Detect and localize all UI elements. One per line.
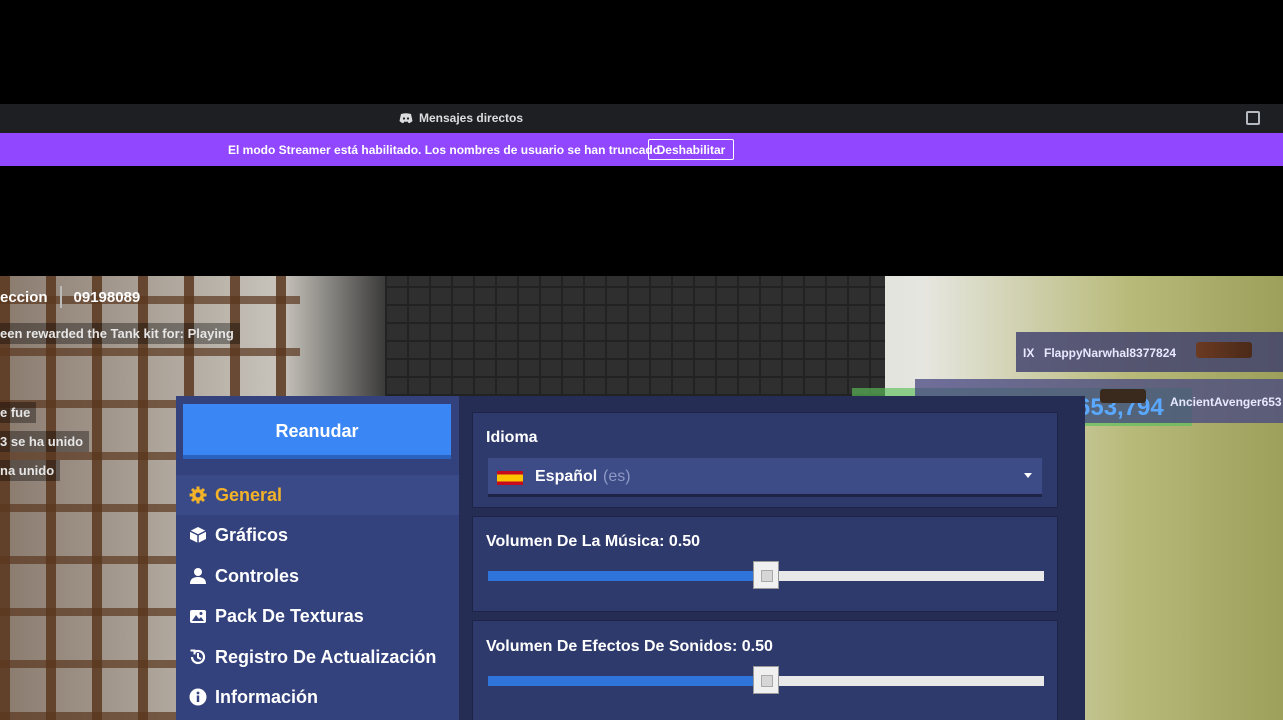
streamer-mode-text: El modo Streamer está habilitado. Los no… (228, 143, 664, 157)
sfx-volume-thumb[interactable] (753, 666, 779, 694)
menu-item-graphics[interactable]: Gráficos (176, 515, 459, 555)
menu-item-label: Controles (215, 565, 300, 586)
settings-panel: Idioma Español (es) Volumen De La Música… (459, 396, 1085, 720)
hud-separator (59, 286, 62, 308)
chevron-down-icon (1024, 473, 1032, 478)
menu-item-update-log[interactable]: Registro De Actualización (176, 637, 459, 677)
language-value: Español (535, 468, 598, 485)
music-volume-label: Volumen De La Música: 0.50 (486, 533, 700, 550)
weapon-icon (1100, 389, 1146, 403)
spain-flag-icon (497, 471, 523, 485)
resume-button[interactable]: Reanudar (183, 404, 451, 459)
menu-item-label: Gráficos (215, 524, 289, 545)
game-viewport: eccion 09198089 een rewarded the Tank ki… (0, 276, 1283, 720)
menu-item-controls[interactable]: Controles (176, 556, 459, 596)
sfx-volume-label: Volumen De Efectos De Sonidos: 0.50 (486, 638, 773, 655)
direct-messages-link[interactable]: Mensajes directos (399, 111, 523, 125)
discord-top-bar: Mensajes directos (0, 104, 1283, 133)
music-volume-slider[interactable] (488, 561, 1044, 589)
history-icon (190, 649, 206, 665)
person-icon (190, 568, 206, 584)
chat-feed-line: na unido (0, 460, 61, 481)
info-icon (189, 688, 207, 706)
menu-item-label: Pack De Texturas (215, 605, 364, 626)
chat-feed-line: een rewarded the Tank kit for: Playing (0, 323, 240, 344)
sfx-volume-card: Volumen De Efectos De Sonidos: 0.50 (472, 620, 1058, 720)
cube-icon (189, 527, 207, 543)
menu-item-texture-pack[interactable]: Pack De Texturas (176, 596, 459, 636)
sfx-volume-fill (488, 676, 766, 686)
direct-messages-label: Mensajes directos (419, 111, 524, 125)
pause-menu-sidebar: Reanudar General Gráficos Controles Pack… (176, 396, 459, 720)
killfeed-entry: IX FlappyNarwhal8377824 (1016, 332, 1283, 372)
hud-section: eccion (0, 288, 48, 306)
menu-item-general[interactable]: General (176, 475, 459, 515)
language-select[interactable]: Español (es) (488, 458, 1042, 497)
menu-item-label: General (215, 484, 283, 505)
image-icon (190, 610, 206, 623)
discord-icon (399, 112, 413, 123)
killfeed-player: FlappyNarwhal8377824 (1044, 346, 1177, 360)
music-volume-thumb[interactable] (753, 561, 779, 589)
streamer-mode-banner: El modo Streamer está habilitado. Los no… (0, 133, 1283, 166)
scene-ceiling (385, 276, 885, 396)
hud-score: 09198089 (73, 288, 141, 306)
sfx-volume-slider[interactable] (488, 666, 1044, 694)
gear-icon (189, 486, 207, 504)
disable-streamer-button[interactable]: Deshabilitar (648, 139, 734, 160)
music-volume-fill (488, 571, 766, 581)
language-card: Idioma Español (es) (472, 412, 1058, 508)
chat-feed-line: 3 se ha unido (0, 431, 90, 452)
language-title: Idioma (486, 429, 538, 446)
killfeed-tag: IX (1023, 346, 1035, 360)
language-code: (es) (603, 468, 631, 485)
music-volume-card: Volumen De La Música: 0.50 (472, 516, 1058, 612)
chat-feed-line: e fue (0, 402, 37, 423)
weapon-icon (1196, 342, 1252, 358)
menu-item-label: Registro De Actualización (215, 646, 437, 667)
menu-item-info[interactable]: Información (176, 677, 459, 717)
inbox-icon[interactable] (1246, 111, 1260, 125)
menu-item-label: Información (215, 686, 319, 707)
killfeed-player: AncientAvenger653 (1170, 395, 1282, 409)
hud-top-left: eccion 09198089 (0, 286, 140, 308)
